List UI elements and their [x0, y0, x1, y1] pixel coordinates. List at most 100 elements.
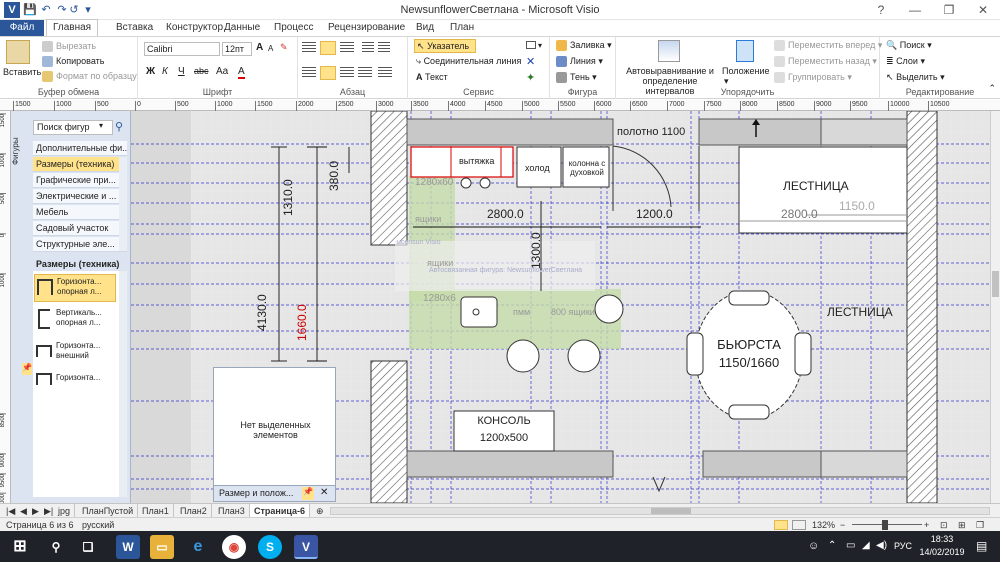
page-tab[interactable]: План1	[138, 504, 174, 518]
align-middle-icon[interactable]	[320, 41, 336, 55]
connection-point-icon[interactable]: ✦	[526, 71, 535, 84]
find-button[interactable]: 🔍 Поиск ▾	[886, 40, 932, 51]
font-size-select[interactable]: 12пт	[222, 42, 252, 56]
align-center-icon[interactable]	[320, 66, 336, 80]
select-button[interactable]: ↖ Выделить ▾	[886, 72, 945, 83]
normal-view-icon[interactable]	[774, 520, 788, 530]
language-status[interactable]: русский	[82, 518, 114, 532]
add-page-icon[interactable]: ⊕	[312, 504, 328, 518]
stencil-category[interactable]: Структурные эле...	[33, 237, 127, 252]
shape-tools-dropdown-icon[interactable]: ▾	[538, 41, 542, 50]
paste-icon[interactable]	[6, 40, 30, 64]
dimension-label[interactable]: 380.0	[327, 151, 349, 191]
network-icon[interactable]: ◢	[862, 540, 870, 551]
dimension-label[interactable]: 2800.0	[781, 207, 818, 221]
battery-icon[interactable]: ▭	[846, 540, 855, 551]
chrome-icon[interactable]: ◉	[222, 535, 246, 559]
visio-icon[interactable]: V	[294, 535, 318, 559]
windows-start-icon[interactable]: ⊞	[8, 535, 32, 559]
zoom-level[interactable]: 132%	[812, 518, 835, 532]
tab-plan[interactable]: План	[444, 20, 480, 36]
category-scrollbar[interactable]	[119, 157, 127, 251]
task-view-icon[interactable]: ❏	[76, 535, 100, 559]
cut-button[interactable]: Вырезать	[42, 41, 96, 53]
line-button[interactable]: Линия ▾	[556, 56, 603, 68]
help-button[interactable]: ?	[864, 0, 898, 20]
horizontal-scrollbar-thumb[interactable]	[651, 508, 691, 514]
increase-indent-icon[interactable]	[378, 42, 390, 54]
paste-button[interactable]: Вставить	[3, 67, 41, 77]
clock-date[interactable]: 14/02/2019	[914, 547, 970, 557]
dimension-label[interactable]: 1300.0	[529, 221, 549, 269]
align-top-icon[interactable]	[302, 42, 316, 54]
search-icon[interactable]: ⚲	[115, 120, 123, 133]
pin-icon[interactable]: 📌	[302, 487, 314, 500]
page-tab[interactable]: План3	[214, 504, 250, 518]
stencil-category[interactable]: Электрические и ...	[33, 189, 127, 204]
volume-icon[interactable]: ◀)	[876, 540, 887, 551]
pin-icon[interactable]: 📌	[22, 363, 32, 375]
stencil-item-horizontal-baseline[interactable]: Горизонта... опорная л...	[34, 274, 116, 302]
people-icon[interactable]: ☺	[808, 540, 819, 552]
align-left-icon[interactable]	[302, 67, 316, 79]
clock-time[interactable]: 18:33	[920, 534, 964, 544]
text-tool-button[interactable]: A Текст	[416, 72, 448, 82]
close-connector-icon[interactable]: ✕	[526, 55, 535, 68]
shrink-font-button[interactable]: A	[268, 44, 273, 53]
dimension-label-red[interactable]: 1660.0	[295, 281, 315, 341]
page-tab[interactable]: План2	[176, 504, 212, 518]
justify-icon[interactable]	[358, 67, 372, 79]
dimension-label[interactable]: 2800.0	[487, 207, 524, 221]
tab-insert[interactable]: Вставка	[110, 20, 159, 36]
tray-expand-icon[interactable]: ⌃	[828, 540, 836, 551]
shadow-button[interactable]: Тень ▾	[556, 72, 597, 84]
pointer-tool-button[interactable]: ↖ Указатель	[414, 39, 476, 53]
search-icon[interactable]: ⚲	[44, 535, 68, 559]
page-tab[interactable]: ПланПустой	[78, 504, 139, 518]
tab-process[interactable]: Процесс	[268, 20, 320, 36]
stencil-category[interactable]: Графические при...	[33, 173, 127, 188]
italic-button[interactable]: К	[162, 66, 168, 77]
align-right-icon[interactable]	[340, 67, 354, 79]
page-number-status[interactable]: Страница 6 из 6	[6, 518, 73, 532]
fit-page-icon[interactable]: ⊡	[940, 518, 948, 532]
page-tab[interactable]: jpg	[54, 504, 76, 518]
dimension-label[interactable]: 4130.0	[255, 271, 275, 331]
bring-forward-button[interactable]: Переместить вперед ▾	[774, 40, 882, 52]
pan-zoom-icon[interactable]: ⊞	[958, 518, 966, 532]
send-backward-button[interactable]: Переместить назад ▾	[774, 56, 877, 68]
tab-view[interactable]: Вид	[410, 20, 440, 36]
position-dropdown-icon[interactable]: ▾	[724, 76, 729, 87]
file-explorer-icon[interactable]: ▭	[150, 535, 174, 559]
bold-button[interactable]: Ж	[146, 66, 155, 77]
position-icon[interactable]	[736, 40, 754, 62]
stencil-category[interactable]: Дополнительные фи...	[33, 141, 127, 156]
notifications-icon[interactable]: ▤	[976, 539, 987, 553]
group-button[interactable]: Группировать ▾	[774, 72, 852, 84]
stencil-category[interactable]: Садовый участок	[33, 221, 127, 236]
change-case-button[interactable]: Aa	[216, 66, 228, 77]
stencil-item-vertical-baseline[interactable]: Вертикаль... опорная л...	[34, 306, 116, 334]
tab-home[interactable]: Главная	[46, 19, 99, 37]
underline-button[interactable]: Ч	[178, 66, 185, 77]
tab-data[interactable]: Данные	[218, 20, 266, 36]
bullets-icon[interactable]	[378, 67, 392, 79]
stencil-item-horizontal-outside[interactable]: Горизонта... внешний	[34, 339, 116, 367]
format-painter-button[interactable]: Формат по образцу	[42, 71, 137, 83]
word-icon[interactable]: W	[116, 535, 140, 559]
vertical-scrollbar[interactable]	[990, 111, 1000, 503]
zoom-slider-thumb[interactable]	[882, 520, 888, 530]
stencil-scrollbar[interactable]	[119, 271, 127, 497]
minimize-button[interactable]: —	[898, 0, 932, 20]
page-tab-active[interactable]: Страница-6	[250, 504, 311, 518]
font-color-button[interactable]: A	[238, 66, 245, 79]
skype-icon[interactable]: S	[258, 535, 282, 559]
switch-windows-icon[interactable]: ❐	[976, 518, 984, 532]
decrease-indent-icon[interactable]	[362, 42, 374, 54]
rectangle-tool-icon[interactable]	[526, 41, 536, 49]
close-button[interactable]: ✕	[966, 0, 1000, 20]
connector-tool-button[interactable]: ⤷ Соединительная линия	[416, 56, 521, 67]
dimension-label[interactable]: 1200.0	[636, 207, 673, 221]
auto-align-icon[interactable]	[658, 40, 680, 62]
horizontal-scrollbar[interactable]	[330, 507, 990, 515]
